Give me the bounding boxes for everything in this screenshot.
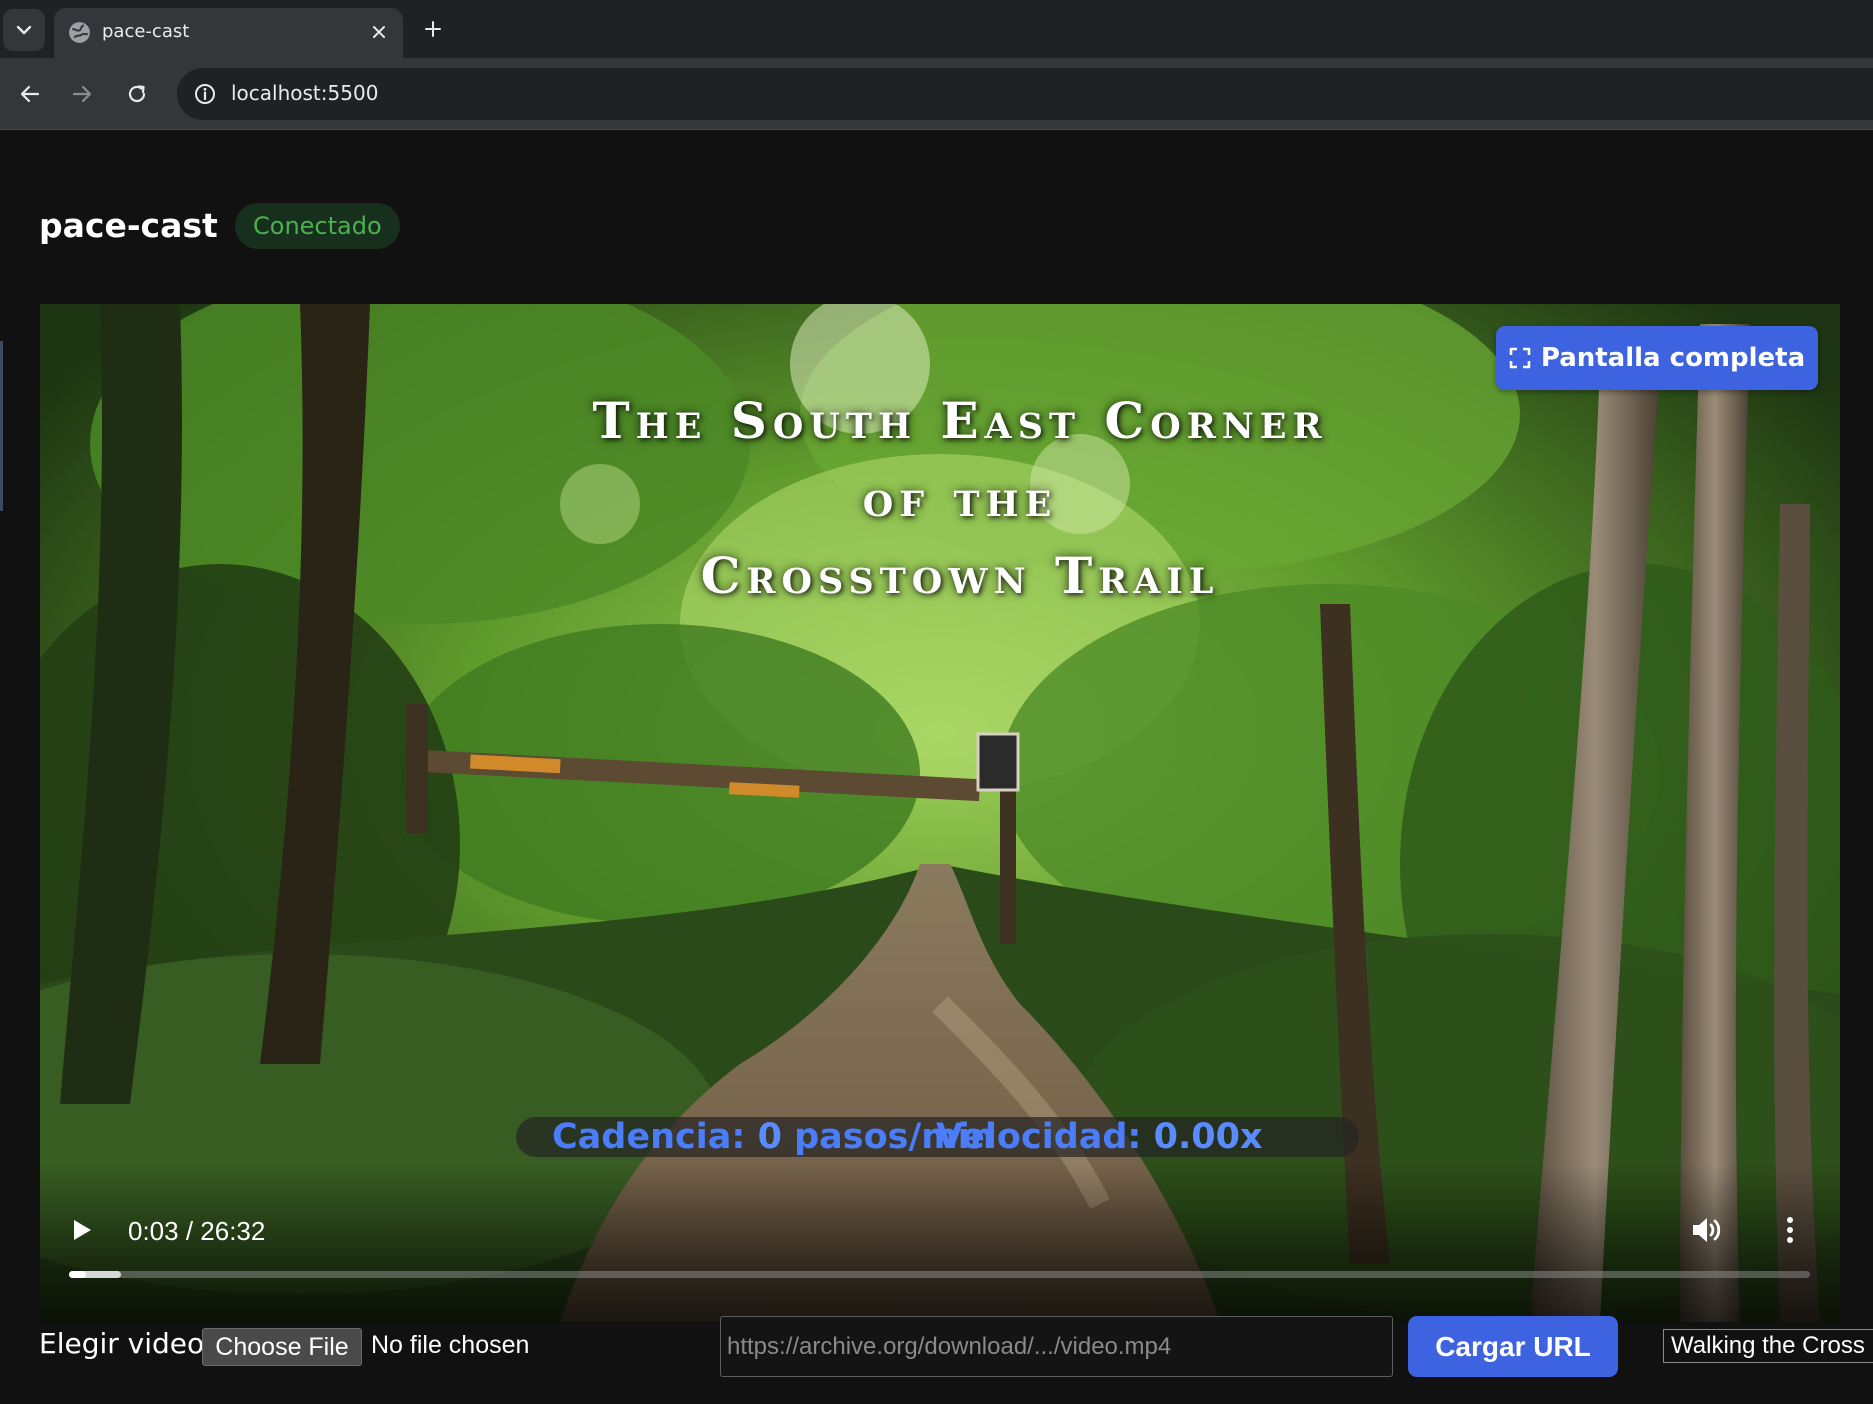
forward-button[interactable]	[64, 76, 100, 112]
seek-bar[interactable]	[69, 1271, 1810, 1278]
arrow-right-icon	[72, 85, 92, 103]
browser-tab-active[interactable]: pace-cast	[54, 8, 403, 58]
fullscreen-button-label: Pantalla completa	[1540, 343, 1806, 373]
chevron-down-icon	[16, 25, 32, 35]
seek-bar-played	[69, 1271, 87, 1278]
tab-search-button[interactable]	[3, 9, 45, 51]
url-text: localhost:5500	[231, 81, 379, 105]
choose-file-button[interactable]: Choose File	[202, 1328, 362, 1366]
app-title: pace-cast	[39, 206, 218, 245]
cadence-value: 0	[757, 1117, 782, 1157]
play-icon	[74, 1220, 91, 1240]
side-edge-decoration	[0, 341, 3, 511]
video-player[interactable]: The South East Corner of the Crosstown T…	[40, 304, 1840, 1322]
metrics-hud: Cadencia: 0 pasos/min Velocidad: 0.00x	[516, 1117, 1359, 1157]
new-tab-button[interactable]	[418, 14, 448, 44]
address-bar[interactable]: localhost:5500	[177, 68, 1873, 120]
mute-button[interactable]	[1685, 1208, 1729, 1252]
speed-readout: Velocidad: 0.00x	[936, 1117, 1263, 1157]
volume-icon	[1693, 1218, 1721, 1242]
more-options-button[interactable]	[1775, 1208, 1805, 1252]
load-url-button[interactable]: Cargar URL	[1408, 1316, 1618, 1377]
file-picker-label: Elegir video	[39, 1327, 205, 1360]
info-icon[interactable]	[191, 80, 219, 108]
play-button[interactable]	[62, 1210, 102, 1250]
video-title-line: of the	[862, 468, 1058, 528]
speed-label: Velocidad:	[936, 1117, 1142, 1157]
time-display: 0:03 / 26:32	[128, 1216, 266, 1246]
reload-icon	[128, 85, 146, 103]
cadence-label: Cadencia:	[552, 1117, 746, 1157]
tab-close-button[interactable]	[367, 20, 391, 44]
connection-status-badge: Conectado	[235, 203, 400, 249]
plus-icon	[425, 21, 441, 37]
video-title-overlay: The South East Corner of the Crosstown T…	[40, 382, 1840, 615]
controls-backdrop	[40, 1164, 1840, 1322]
video-select[interactable]: Walking the Cross	[1663, 1329, 1873, 1363]
arrow-left-icon	[20, 85, 40, 103]
reload-button[interactable]	[119, 76, 155, 112]
browser-toolbar: localhost:5500	[0, 58, 1873, 130]
file-status-text: No file chosen	[371, 1331, 530, 1359]
back-button[interactable]	[12, 76, 48, 112]
browser-tab-strip: pace-cast	[0, 0, 1873, 58]
tab-title: pace-cast	[102, 21, 190, 42]
globe-icon	[69, 22, 90, 43]
close-icon	[373, 26, 385, 38]
speed-value: 0.00x	[1153, 1117, 1263, 1157]
video-url-input[interactable]	[720, 1316, 1393, 1377]
fullscreen-icon	[1509, 347, 1531, 369]
video-title-line: The South East Corner	[592, 391, 1328, 450]
page-content: pace-cast Conectado The South East Corne…	[0, 131, 1873, 1404]
more-vertical-icon	[1787, 1217, 1793, 1243]
video-title-line: Crosstown Trail	[700, 546, 1220, 605]
fullscreen-button[interactable]: Pantalla completa	[1496, 326, 1818, 390]
cadence-readout: Cadencia: 0 pasos/min	[552, 1117, 995, 1157]
